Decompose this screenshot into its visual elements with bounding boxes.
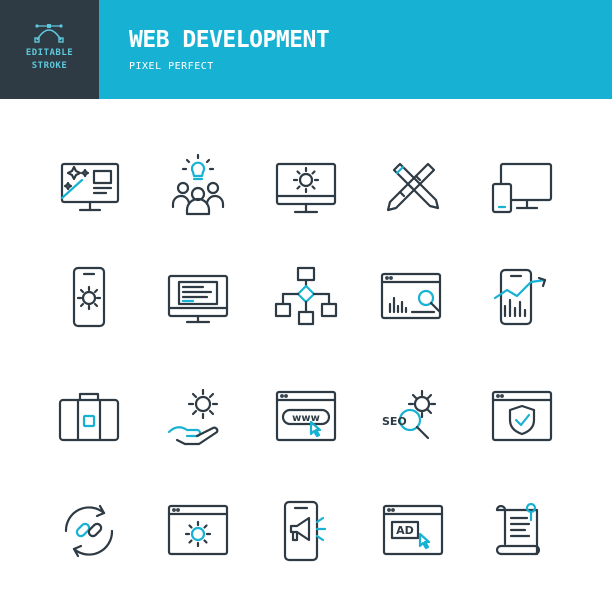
- editable-stroke-badge: EDITABLE STROKE: [0, 0, 99, 99]
- seo-text: SEO: [382, 415, 407, 428]
- script-scroll-icon: [487, 496, 557, 566]
- browser-ad-icon: AD: [378, 496, 448, 566]
- link-refresh-icon: [54, 496, 124, 566]
- smartphone-chart-icon: [487, 262, 557, 332]
- badge-line-editable: EDITABLE: [25, 48, 74, 58]
- responsive-devices-icon: [487, 152, 557, 222]
- browser-gear-icon: [163, 496, 233, 566]
- hand-gear-icon: [163, 382, 233, 452]
- seo-search-gear-icon: SEO: [378, 382, 448, 452]
- badge-line-stroke: STROKE: [31, 61, 68, 71]
- briefcase-icon: [54, 382, 124, 452]
- page-subtitle: PIXEL PERFECT: [129, 61, 214, 72]
- pen-tool-icon: [34, 24, 64, 43]
- www-text: www: [292, 413, 320, 424]
- monitor-gear-icon: [271, 152, 341, 222]
- title-banner: WEB DEVELOPMENT PIXEL PERFECT: [99, 0, 612, 99]
- flowchart-icon: [271, 262, 341, 332]
- browser-shield-icon: [487, 382, 557, 452]
- browser-analytics-search-icon: [378, 262, 448, 332]
- smartphone-megaphone-icon: [271, 496, 341, 566]
- ad-text: AD: [396, 524, 414, 537]
- page-title: WEB DEVELOPMENT: [129, 27, 330, 53]
- magic-wand-monitor-icon: [54, 152, 124, 222]
- pencil-ruler-icon: [378, 152, 448, 222]
- header-banner: EDITABLE STROKE WEB DEVELOPMENT PIXEL PE…: [0, 0, 612, 99]
- team-idea-icon: [163, 152, 233, 222]
- browser-www-icon: www: [271, 382, 341, 452]
- code-monitor-icon: [163, 262, 233, 332]
- smartphone-gear-icon: [54, 262, 124, 332]
